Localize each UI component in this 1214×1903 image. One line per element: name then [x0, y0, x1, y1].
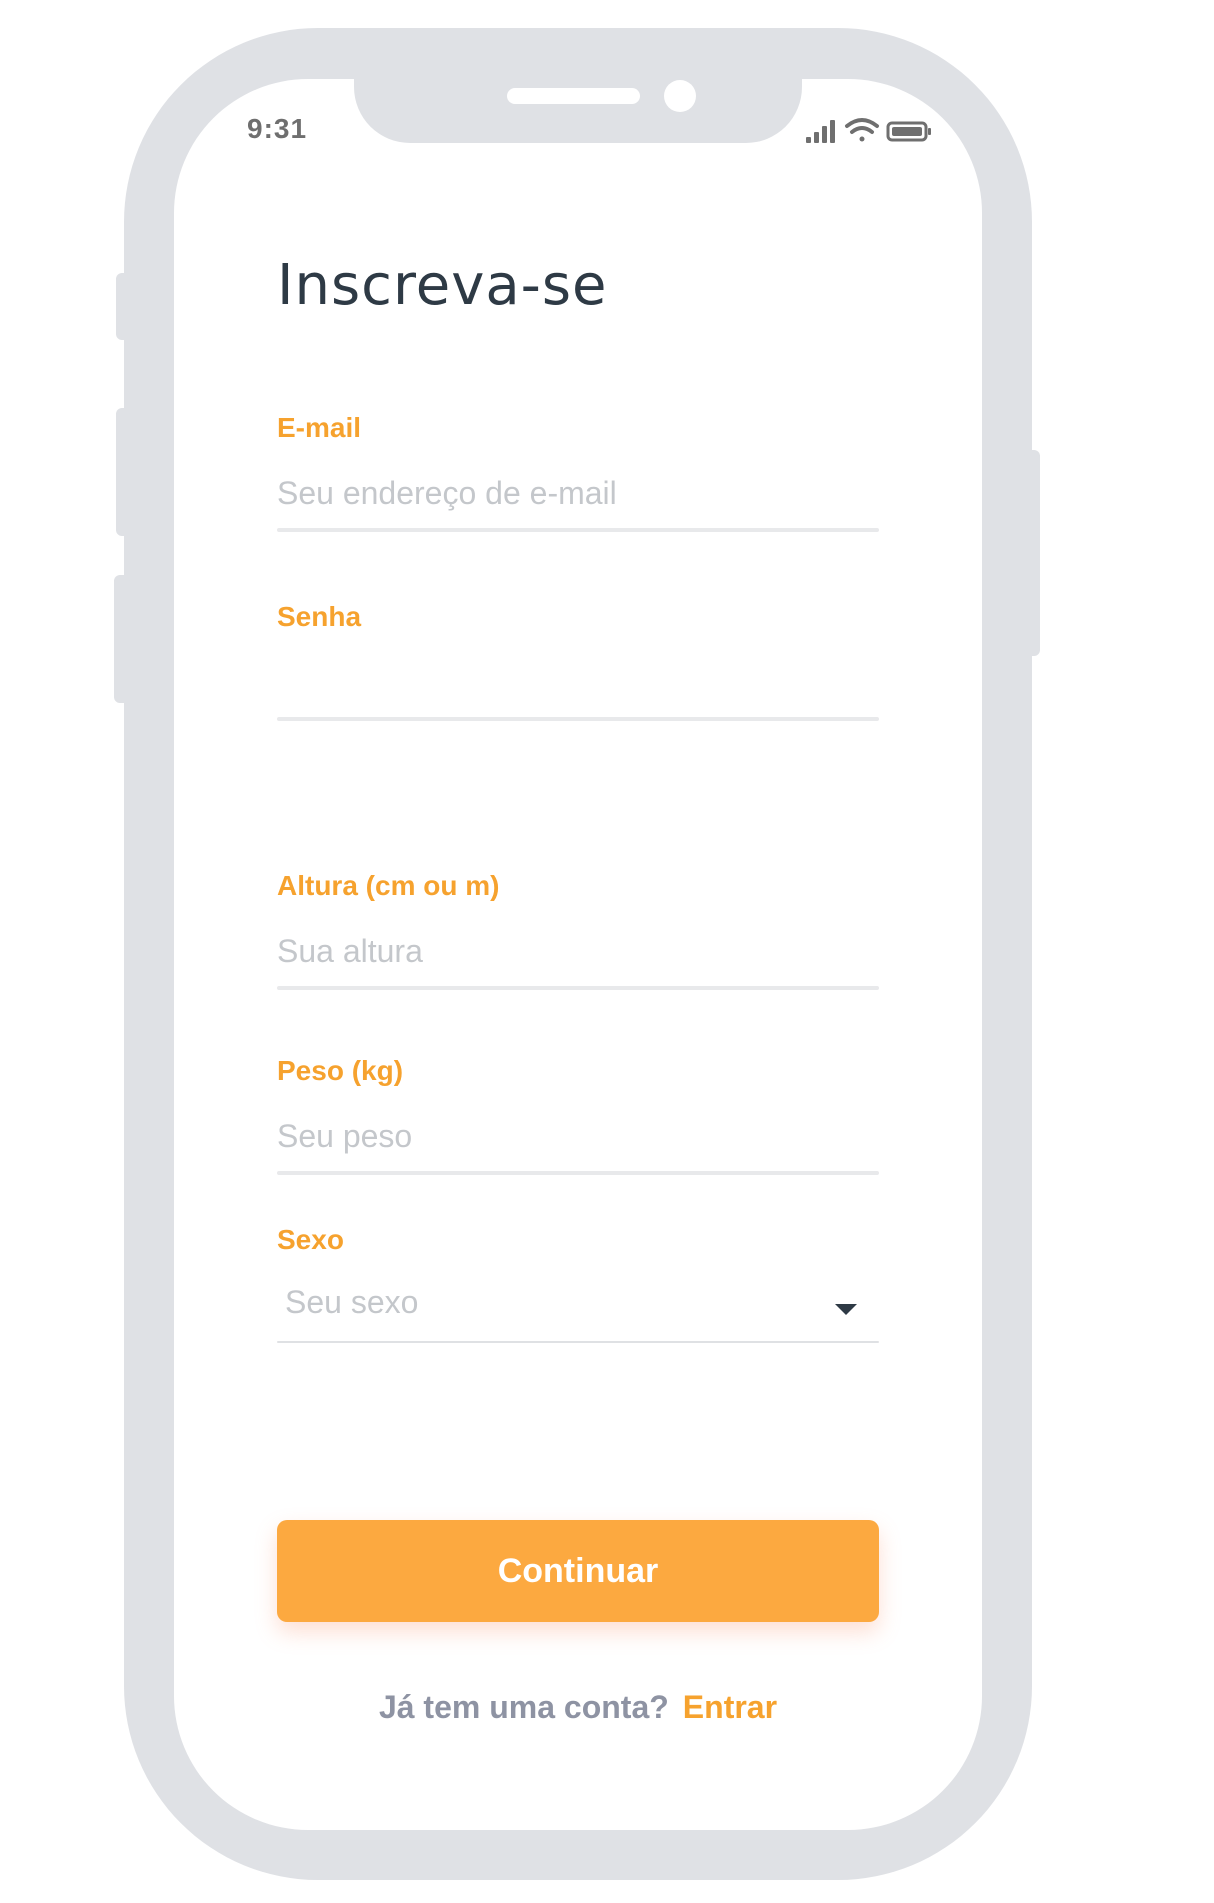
height-underline [277, 986, 879, 990]
status-time: 9:31 [247, 113, 308, 144]
height-label: Altura (cm ou m) [277, 870, 500, 901]
mute-switch [116, 273, 130, 340]
continue-button[interactable]: Continuar [277, 1520, 879, 1622]
password-underline [277, 717, 879, 721]
chevron-down-icon [835, 1304, 857, 1315]
speaker-grille [507, 88, 640, 104]
front-camera [664, 80, 696, 112]
notch [354, 79, 802, 143]
battery-icon [886, 121, 931, 142]
email-underline [277, 528, 879, 532]
page-title: Inscreva-se [277, 253, 608, 318]
status-bar-icons [806, 118, 931, 143]
sex-select-value: Seu sexo [285, 1284, 419, 1320]
sex-underline [277, 1341, 879, 1343]
password-label: Senha [277, 601, 362, 632]
sex-select[interactable]: Seu sexo [277, 1274, 879, 1338]
weight-label: Peso (kg) [277, 1055, 404, 1086]
height-input[interactable] [277, 928, 879, 974]
wifi-icon [845, 118, 879, 142]
volume-down-button [114, 575, 130, 703]
login-prompt-text: Já tem uma conta? [378, 1689, 669, 1725]
status-icons [806, 115, 946, 145]
sex-label: Sexo [277, 1224, 344, 1255]
signal-icon [806, 120, 835, 143]
password-input[interactable] [277, 659, 879, 705]
login-link[interactable]: Entrar [683, 1689, 777, 1725]
weight-underline [277, 1171, 879, 1175]
power-button [1024, 450, 1040, 656]
phone-frame: 9:31 Inscreva-se E-mail Seu endereço de … [114, 28, 1040, 1880]
weight-input[interactable] [277, 1113, 879, 1159]
volume-up-button [116, 408, 130, 536]
phone-screen: 9:31 Inscreva-se E-mail Seu endereço de … [174, 79, 982, 1830]
email-label: E-mail [277, 412, 362, 443]
login-prompt: Já tem uma conta? Entrar [277, 1689, 879, 1726]
email-input[interactable] [277, 470, 879, 516]
